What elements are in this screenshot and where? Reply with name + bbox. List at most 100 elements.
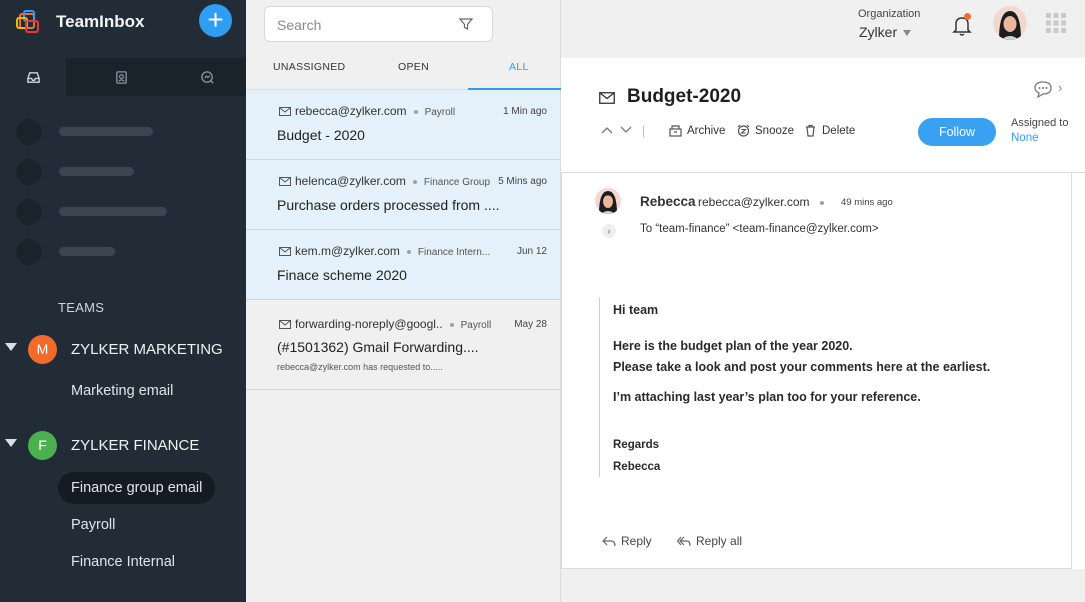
body-line: Here is the budget plan of the year 2020… [613,339,853,353]
body-signature: Rebecca [613,461,661,473]
tab-contacts[interactable] [88,58,154,96]
mail-header: Budget-2020 › Archive Snooze Delete Foll… [561,58,1085,173]
chevron-right-icon[interactable]: › [1058,80,1062,95]
contacts-icon [115,70,127,84]
message-content: Hi team Here is the budget plan of the y… [599,297,999,477]
caret-down-icon [903,30,912,37]
sender-avatar [595,188,621,214]
list-item-sender: rebecca@zylker.com Payroll [295,104,456,118]
team-item-payroll[interactable]: Payroll [58,509,128,541]
team-avatar: M [28,335,57,364]
envelope-icon [279,247,291,256]
list-item-subject: (#1501362) Gmail Forwarding.... [277,339,479,355]
body-line: I’m attaching last year’s plan too for y… [613,390,921,404]
list-item-sender: forwarding-noreply@googl.. Payroll [295,317,492,331]
loading-placeholder-row [16,119,236,145]
notification-badge [964,13,971,20]
reply-all-button[interactable]: Reply all [677,534,742,548]
trash-icon [806,124,815,137]
apps-grid-icon[interactable] [1045,12,1067,34]
message-list-pane: UNASSIGNED OPEN ALL rebecca@zylker.comPa… [246,0,561,602]
list-item-time: May 28 [514,319,547,330]
delete-button[interactable]: Delete [804,124,855,137]
list-item-sender: kem.m@zylker.com Finance Intern... [295,244,491,258]
list-item-time: Jun 12 [516,246,547,257]
list-item-time: 1 Min ago [503,106,547,117]
list-item-subject: Finace scheme 2020 [277,267,407,283]
compose-button[interactable]: + [199,4,232,37]
list-item[interactable]: kem.m@zylker.com Finance Intern... Jun 12… [246,230,560,300]
envelope-icon [279,177,291,186]
expand-recipients-icon[interactable]: › [602,224,616,238]
team-item-finance-group-email[interactable]: Finance group email [58,472,216,504]
snooze-button[interactable]: Snooze [737,124,794,137]
notifications-button[interactable] [950,13,974,37]
mail-body: Rebecca rebecca@zylker.com 49 mins ago ›… [561,173,1072,569]
archive-icon [669,125,682,137]
envelope-icon [279,107,291,116]
envelope-icon [279,320,291,329]
search-box [264,6,493,42]
list-item-preview: rebecca@zylker.com has requested to..... [277,362,443,372]
mail-subject: Budget-2020 [627,86,742,107]
tab-reports[interactable] [174,58,240,96]
team-avatar: F [28,431,57,460]
tab-open[interactable]: OPEN [398,61,429,73]
list-item[interactable]: forwarding-noreply@googl.. Payroll May 28… [246,300,560,390]
search-input[interactable] [277,15,447,35]
teaminbox-logo-icon [16,10,39,33]
user-photo-icon [993,6,1027,40]
team-zylker-marketing[interactable]: M ZYLKER MARKETING [0,334,246,364]
team-item-marketing-email[interactable]: Marketing email [58,375,186,407]
reports-icon [200,70,214,84]
sidebar: TeamInbox + TEAMS M ZYLKER MARKETING Mar… [0,0,246,602]
tab-all[interactable]: ALL [509,61,529,73]
app-name: TeamInbox [56,12,145,31]
loading-placeholder-row [16,159,236,185]
teams-heading: TEAMS [58,300,105,315]
user-avatar[interactable] [993,6,1027,40]
tab-inbox[interactable] [0,58,66,96]
recipients-line: To “team-finance” <team-finance@zylker.c… [640,223,879,235]
team-name: ZYLKER MARKETING [71,341,223,358]
brand: TeamInbox + [0,0,246,44]
list-item-time: 5 Mins ago [498,176,547,187]
follow-button[interactable]: Follow [918,118,996,146]
top-bar: Organization Zylker [561,0,1085,58]
body-line: Please take a look and post your comment… [613,360,991,374]
divider [643,126,644,137]
comment-icon[interactable] [1033,80,1053,98]
team-name: ZYLKER FINANCE [71,437,200,454]
tab-unassigned[interactable]: UNASSIGNED [273,61,345,73]
next-arrow-icon[interactable] [620,125,632,135]
envelope-icon [599,92,615,104]
sent-time: 49 mins ago [841,197,893,208]
sender-email: rebecca@zylker.com [698,195,810,209]
reply-button[interactable]: Reply [602,534,652,548]
sender-name: Rebecca [640,194,696,209]
sender-photo-icon [595,188,621,214]
snooze-icon [737,124,750,137]
organization-label: Organization [858,8,921,20]
team-zylker-finance[interactable]: F ZYLKER FINANCE [0,430,246,460]
body-regards: Regards [613,439,660,451]
sidebar-tabs [0,58,246,96]
team-item-finance-internal[interactable]: Finance Internal [58,546,188,578]
inbox-icon [26,71,40,83]
list-item[interactable]: helenca@zylker.com Finance Group 5 Mins a… [246,160,560,230]
assigned-to-label: Assigned to [1011,117,1069,129]
caret-down-icon [5,343,17,351]
pane-footer [561,569,1085,602]
filter-icon[interactable] [458,16,474,32]
archive-button[interactable]: Archive [669,124,725,137]
loading-placeholder-row [16,199,236,225]
separator-dot [820,201,824,205]
organization-selector[interactable]: Zylker [859,24,912,40]
list-item-subject: Budget - 2020 [277,127,365,143]
body-greeting: Hi team [613,303,659,317]
caret-down-icon [5,439,17,447]
previous-arrow-icon[interactable] [601,125,613,135]
list-item[interactable]: rebecca@zylker.com Payroll 1 Min ago Budg… [246,90,560,160]
list-item-subject: Purchase orders processed from .... [277,197,500,213]
assignee-selector[interactable]: None [1011,132,1039,144]
